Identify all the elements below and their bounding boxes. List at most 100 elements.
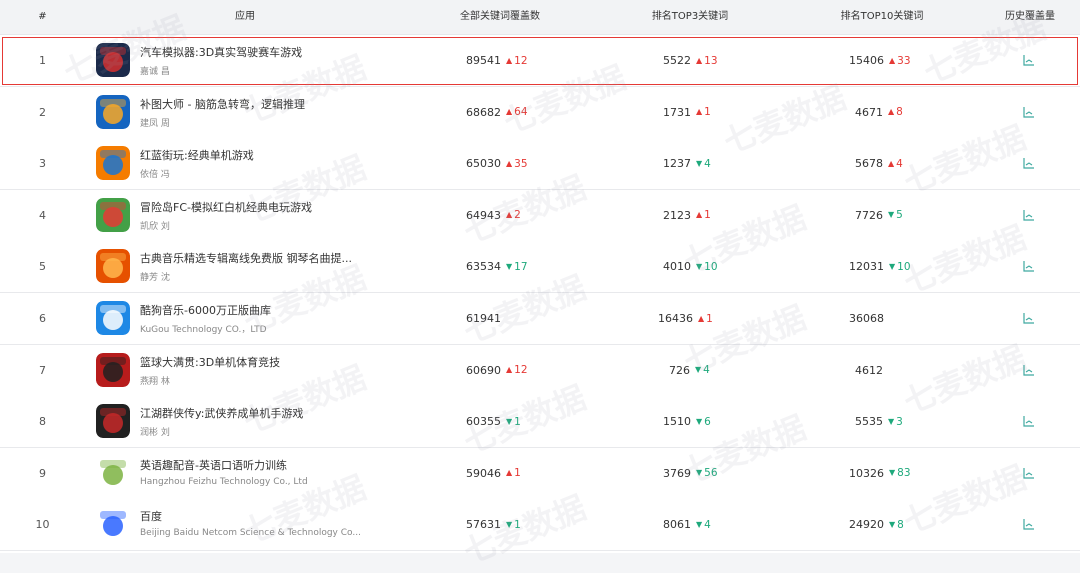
app-name[interactable]: 补图大师 - 脑筋急转弯，逻辑推理 (140, 96, 305, 112)
change-value: 5 (896, 209, 903, 222)
change-value: 1 (706, 312, 713, 325)
change-value: 10 (704, 260, 718, 273)
app-name[interactable]: 酷狗音乐-6000万正版曲库 (140, 302, 271, 318)
metric-value: 10326 (849, 466, 884, 480)
history-chart-icon[interactable] (1023, 467, 1035, 479)
change-value: 17 (514, 260, 528, 273)
kugou-icon[interactable] (96, 301, 130, 335)
table-row[interactable]: 3 红蓝街玩:经典单机游戏 依倍 冯 65030 ▲ 35 1237 ▼ 4 5678 ▲ 4 (0, 138, 1080, 191)
metric-top10: 4612 (855, 345, 883, 396)
metric-value: 4612 (855, 363, 883, 377)
metric-top10: 24920 ▼ 8 (849, 499, 904, 550)
metric-value: 5522 (663, 54, 691, 67)
metric-all: 60690 ▲ 12 (466, 345, 528, 396)
metric-value: 59046 (466, 466, 501, 480)
metric-value: 4671 (855, 105, 883, 119)
metric-all: 64943 ▲ 2 (466, 190, 521, 241)
header-all-keywords: 全部关键词覆盖数 (460, 11, 540, 22)
table-row[interactable]: 7 篮球大满贯:3D单机体育竞技 燕翔 林 60690 ▲ 12 726 ▼ 4 4612 (0, 344, 1080, 397)
change-down: ▼ 83 (889, 467, 911, 479)
metric-top10: 5535 ▼ 3 (855, 396, 903, 447)
arrow-up-icon: ▲ (888, 107, 895, 117)
arrow-up-icon: ▲ (506, 158, 513, 168)
table-row[interactable]: 10 百度 Beijing Baidu Netcom Science & Techn… (0, 499, 1080, 552)
change-value: 12 (514, 54, 528, 67)
app-name[interactable]: 英语趣配音-英语口语听力训练 (140, 457, 287, 473)
metric-value: 36068 (849, 312, 884, 325)
arrow-up-icon: ▲ (506, 55, 513, 65)
metric-value: 1237 (663, 157, 691, 171)
arcade-icon[interactable] (96, 146, 130, 181)
change-up: ▲ 1 (696, 106, 711, 118)
car-racing-icon[interactable] (96, 43, 130, 77)
metric-value: 60355 (466, 415, 501, 429)
table-row[interactable]: 2 补图大师 - 脑筋急转弯，逻辑推理 建凤 周 68682 ▲ 64 1731 ▲ 1 4671… (0, 86, 1080, 139)
metric-top3: 1237 ▼ 4 (663, 138, 711, 189)
change-value: 6 (704, 415, 711, 428)
wuxia-icon[interactable] (96, 404, 130, 439)
baidu-icon[interactable] (96, 507, 130, 542)
app-name[interactable]: 红蓝街玩:经典单机游戏 (140, 147, 254, 163)
history-chart-icon[interactable] (1023, 518, 1035, 530)
metric-value: 15406 (849, 54, 884, 67)
bird-icon[interactable] (96, 455, 130, 490)
stickman-icon[interactable] (96, 94, 130, 129)
app-name[interactable]: 古典音乐精选专辑离线免费版 钢琴名曲提... (140, 250, 352, 266)
arrow-up-icon: ▲ (888, 158, 895, 168)
change-down: ▼ 1 (506, 416, 521, 428)
table-row[interactable]: 1 汽车模拟器:3D真实驾驶赛车游戏 嘉诚 昌 89541 ▲ 12 5522 ▲ 13 1540… (0, 35, 1080, 87)
metric-top3: 16436 ▲ 1 (658, 293, 713, 344)
history-chart-icon[interactable] (1023, 364, 1035, 376)
change-value: 8 (897, 518, 904, 531)
change-value: 1 (514, 415, 521, 428)
change-value: 1 (514, 518, 521, 531)
metric-value: 1731 (663, 105, 691, 119)
history-chart-icon[interactable] (1023, 312, 1035, 324)
app-name[interactable]: 百度 (140, 508, 162, 524)
table-row[interactable]: 8 江湖群侠传y:武侠养成单机手游戏 润彬 刘 60355 ▼ 1 1510 ▼ 6 5535 ▼ 3 (0, 396, 1080, 449)
app-name[interactable]: 篮球大满贯:3D单机体育竞技 (140, 354, 280, 370)
arrow-down-icon: ▼ (888, 210, 895, 220)
metric-value: 7726 (855, 208, 883, 222)
arrow-up-icon: ▲ (506, 468, 513, 478)
history-chart-icon[interactable] (1023, 209, 1035, 221)
table-row[interactable]: 5 古典音乐精选专辑离线免费版 钢琴名曲提... 静芳 沈 63534 ▼ 17 4010 ▼… (0, 241, 1080, 294)
row-rank: 2 (39, 105, 46, 119)
table-row[interactable]: 9 英语趣配音-英语口语听力训练 Hangzhou Feizhu Technolog… (0, 447, 1080, 500)
app-name[interactable]: 冒险岛FC-模拟红白机经典电玩游戏 (140, 199, 312, 215)
change-value: 13 (704, 54, 718, 67)
arrow-down-icon: ▼ (696, 416, 703, 426)
history-chart-icon[interactable] (1023, 106, 1035, 118)
basketball-icon[interactable] (96, 352, 130, 387)
metric-top10: 12031 ▼ 10 (849, 241, 911, 292)
app-name[interactable]: 江湖群侠传y:武侠养成单机手游戏 (140, 405, 303, 421)
change-down: ▼ 4 (695, 364, 710, 376)
table-row[interactable]: 4 冒险岛FC-模拟红白机经典电玩游戏 凯欣 刘 64943 ▲ 2 2123 ▲ 1 7726 ▼… (0, 189, 1080, 242)
change-up: ▲ 64 (506, 106, 528, 118)
history-chart-icon[interactable] (1023, 157, 1035, 169)
history-chart-icon[interactable] (1023, 54, 1035, 66)
developer-name: 依倍 冯 (140, 170, 170, 181)
change-up: ▲ 13 (696, 55, 718, 67)
arrow-down-icon: ▼ (506, 261, 513, 271)
row-rank: 8 (39, 415, 46, 429)
header-rank: # (38, 11, 47, 22)
change-down: ▼ 6 (696, 416, 711, 428)
developer-name: Hangzhou Feizhu Technology Co., Ltd (140, 476, 308, 487)
metric-top10: 15406 ▲ 33 (849, 35, 911, 86)
change-up: ▲ 1 (506, 467, 521, 479)
classical-music-icon[interactable] (96, 249, 130, 284)
app-name[interactable]: 汽车模拟器:3D真实驾驶赛车游戏 (140, 44, 302, 60)
table-row[interactable]: 6 酷狗音乐-6000万正版曲库 KuGou Technology CO.，LTD 6… (0, 293, 1080, 345)
arrow-down-icon: ▼ (506, 519, 513, 529)
metric-value: 726 (669, 363, 690, 377)
arrow-down-icon: ▼ (889, 468, 896, 478)
history-chart-icon[interactable] (1023, 260, 1035, 272)
metric-top3: 8061 ▼ 4 (663, 499, 711, 550)
adventure-island-icon[interactable] (96, 197, 130, 232)
header-top3: 排名TOP3关键词 (651, 11, 729, 22)
history-chart-icon[interactable] (1023, 415, 1035, 427)
change-value: 35 (514, 157, 528, 170)
change-value: 1 (704, 106, 711, 119)
change-value: 1 (704, 209, 711, 222)
